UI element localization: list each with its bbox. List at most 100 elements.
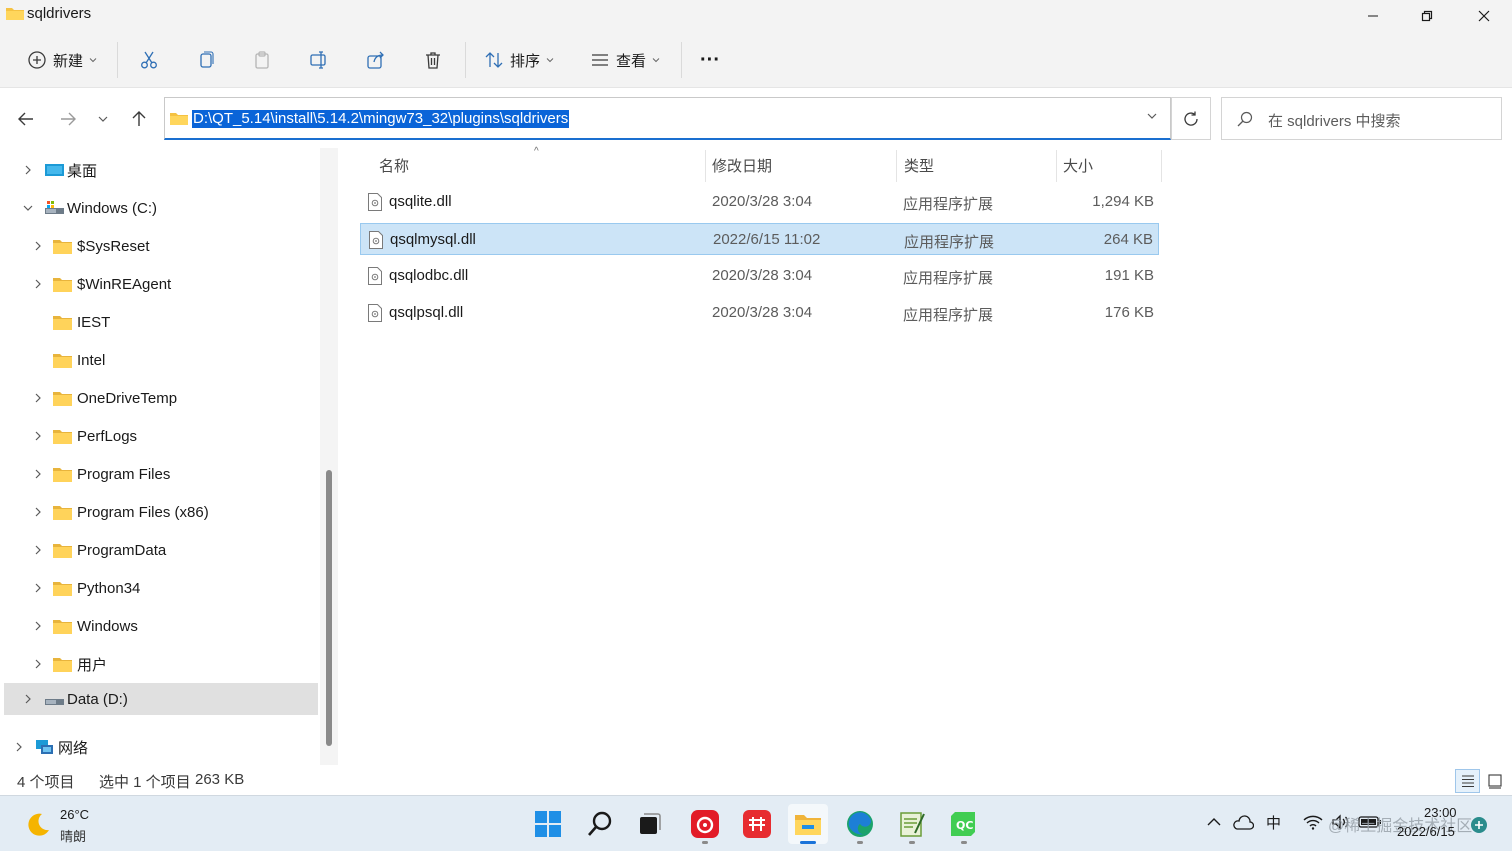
chevron-right-icon[interactable] [31, 391, 45, 405]
sidebar-item[interactable]: Program Files (x86) [4, 496, 318, 528]
recent-locations-button[interactable] [90, 106, 116, 132]
weather-widget[interactable]: 26°C 晴朗 [0, 796, 120, 851]
clock-time[interactable]: 23:00 [1424, 805, 1457, 820]
share-button[interactable] [361, 42, 391, 78]
taskbar-search-button[interactable] [580, 804, 620, 844]
ime-indicator[interactable]: 中 [1266, 812, 1281, 833]
column-separator[interactable] [1056, 150, 1057, 182]
sidebar-item[interactable]: 网络 [4, 731, 318, 763]
sidebar-item[interactable]: 用户 [4, 648, 318, 680]
column-header-size[interactable]: 大小 [1063, 148, 1093, 182]
new-button[interactable]: 新建 [20, 42, 104, 78]
sidebar-item[interactable]: ProgramData [4, 534, 318, 566]
chevron-down-icon[interactable] [1146, 110, 1158, 122]
chevron-down-icon [652, 58, 660, 63]
address-bar[interactable]: D:\QT_5.14\install\5.14.2\mingw73_32\plu… [164, 97, 1171, 140]
file-row[interactable]: qsqlite.dll 2020/3/28 3:04 应用程序扩展 1,294 KB [360, 186, 1159, 218]
start-button[interactable] [528, 804, 568, 844]
minimize-button[interactable] [1345, 0, 1401, 32]
tiles-view-button[interactable] [1482, 769, 1507, 793]
restore-button[interactable] [1399, 0, 1455, 32]
dll-file-icon [368, 304, 382, 322]
sidebar-item[interactable]: Intel [4, 344, 318, 376]
chevron-right-icon[interactable] [31, 619, 45, 633]
chevron-right-icon[interactable] [31, 467, 45, 481]
chevron-down-icon[interactable] [21, 201, 35, 215]
up-button[interactable] [126, 106, 152, 132]
rename-button[interactable] [304, 42, 334, 78]
chevron-right-icon[interactable] [31, 429, 45, 443]
sidebar-item[interactable]: $WinREAgent [4, 268, 318, 300]
taskbar-app-edge[interactable] [840, 804, 880, 844]
sidebar-item[interactable]: Windows (C:) [4, 192, 318, 224]
column-separator[interactable] [1161, 150, 1162, 182]
column-separator[interactable] [705, 150, 706, 182]
copy-button[interactable] [191, 42, 221, 78]
sidebar-item[interactable]: Data (D:) [4, 683, 318, 715]
folder-icon [53, 315, 72, 330]
wifi-icon[interactable] [1303, 814, 1323, 830]
scrollbar-thumb[interactable] [326, 470, 332, 746]
sidebar-item[interactable]: Python34 [4, 572, 318, 604]
arrow-right-icon [61, 112, 76, 126]
svg-text:QC: QC [956, 819, 973, 832]
sidebar-item[interactable]: OneDriveTemp [4, 382, 318, 414]
file-row[interactable]: qsqlmysql.dll 2022/6/15 11:02 应用程序扩展 264 KB [360, 223, 1159, 255]
taskbar-app-file-explorer[interactable] [788, 804, 828, 844]
chevron-right-icon[interactable] [31, 657, 45, 671]
sidebar-item-label: $SysReset [77, 237, 150, 255]
folder-icon [53, 429, 72, 444]
address-path[interactable]: D:\QT_5.14\install\5.14.2\mingw73_32\plu… [192, 110, 570, 128]
file-date: 2020/3/28 3:04 [712, 267, 813, 284]
taskbar-app-netease-music[interactable] [685, 804, 725, 844]
search-input[interactable]: 在 sqldrivers 中搜索 [1268, 110, 1401, 131]
taskbar-app-qt-creator[interactable]: QC [944, 804, 984, 844]
rename-icon [310, 51, 326, 69]
chevron-right-icon[interactable] [21, 163, 35, 177]
chevron-right-icon[interactable] [31, 543, 45, 557]
sidebar-item[interactable]: IEST [4, 306, 318, 338]
chevron-right-icon[interactable] [31, 581, 45, 595]
refresh-button[interactable] [1171, 97, 1211, 140]
chevron-up-icon[interactable] [1206, 816, 1222, 828]
back-button[interactable] [13, 106, 39, 132]
folder-icon [6, 8, 24, 20]
forward-button[interactable] [55, 106, 81, 132]
taskbar: 26°C 晴朗 QC 中 @稀土掘金技术社区 23:00 2022/6/15 [0, 795, 1512, 851]
notification-icon[interactable] [1470, 816, 1488, 834]
column-header-name[interactable]: 名称 [379, 148, 409, 182]
chevron-right-icon[interactable] [31, 505, 45, 519]
column-header-type[interactable]: 类型 [904, 148, 934, 182]
column-header-date[interactable]: 修改日期 [712, 148, 772, 182]
details-view-button[interactable] [1455, 769, 1480, 793]
file-row[interactable]: qsqlodbc.dll 2020/3/28 3:04 应用程序扩展 191 KB [360, 260, 1159, 292]
sidebar-item[interactable]: Windows [4, 610, 318, 642]
sidebar-item[interactable]: $SysReset [4, 230, 318, 262]
file-row[interactable]: qsqlpsql.dll 2020/3/28 3:04 应用程序扩展 176 KB [360, 297, 1159, 329]
column-separator[interactable] [896, 150, 897, 182]
taskbar-app-youdao[interactable] [737, 804, 777, 844]
more-button[interactable]: ··· [695, 42, 725, 78]
clock-date[interactable]: 2022/6/15 [1397, 824, 1455, 839]
chevron-right-icon[interactable] [12, 740, 26, 754]
sort-button[interactable]: 排序 [481, 42, 557, 78]
file-name: qsqlmysql.dll [390, 231, 476, 248]
sidebar-scrollbar[interactable] [320, 148, 338, 765]
sidebar-item[interactable]: PerfLogs [4, 420, 318, 452]
folder-icon [53, 467, 72, 482]
onedrive-icon[interactable] [1232, 815, 1254, 831]
sidebar-item[interactable]: Program Files [4, 458, 318, 490]
cut-button[interactable] [134, 42, 164, 78]
file-size: 264 KB [1103, 231, 1153, 248]
close-button[interactable] [1456, 0, 1512, 32]
view-button[interactable]: 查看 [586, 42, 664, 78]
paste-button[interactable] [247, 42, 277, 78]
chevron-right-icon[interactable] [21, 692, 35, 706]
task-view-button[interactable] [630, 804, 670, 844]
chevron-right-icon[interactable] [31, 277, 45, 291]
delete-button[interactable] [418, 42, 448, 78]
chevron-right-icon[interactable] [31, 239, 45, 253]
search-box[interactable]: 在 sqldrivers 中搜索 [1221, 97, 1502, 140]
sidebar-item[interactable]: 桌面 [4, 154, 318, 186]
taskbar-app-notepad[interactable] [892, 804, 932, 844]
